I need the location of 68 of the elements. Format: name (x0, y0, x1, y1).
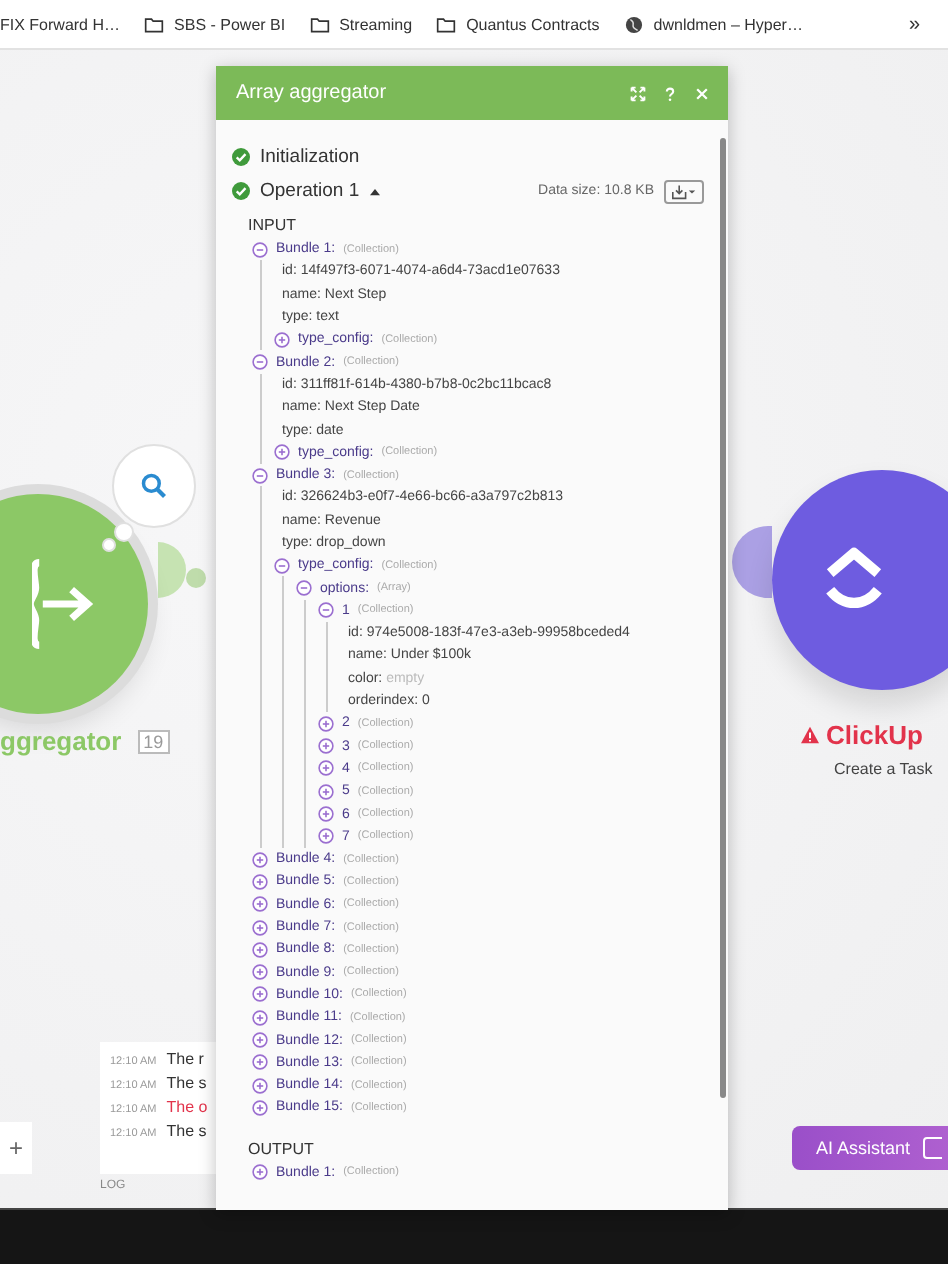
collapse-icon[interactable] (252, 467, 268, 484)
operation-count: 19 (137, 729, 170, 753)
expand-icon[interactable] (274, 331, 290, 348)
folder-icon (436, 15, 457, 33)
collapse-icon[interactable] (252, 354, 268, 371)
expand-icon[interactable] (252, 896, 268, 913)
folder-icon (309, 15, 330, 33)
step-label[interactable]: Initialization (260, 146, 360, 168)
search-icon (140, 472, 168, 500)
close-icon[interactable] (694, 85, 710, 101)
expand-icon[interactable] (252, 851, 268, 868)
bookmark[interactable]: Streaming (309, 15, 413, 33)
expand-icon[interactable] (318, 760, 334, 777)
module-name: ggregator (0, 726, 122, 756)
globe-icon (623, 15, 644, 33)
chevron-arc-icon (820, 546, 888, 614)
bookmark[interactable]: Quantus Contracts (436, 15, 600, 33)
expand-icon[interactable] (318, 828, 334, 845)
collapse-icon[interactable] (274, 557, 290, 574)
more-bookmarks-button[interactable]: » (908, 13, 920, 35)
expand-icon[interactable] (252, 919, 268, 936)
collapse-icon[interactable] (296, 580, 312, 597)
ai-assistant-button[interactable]: AI Assistant (792, 1126, 948, 1170)
expand-icon[interactable] (318, 715, 334, 732)
bookmark[interactable]: dwnldmen – Hyper… (623, 15, 803, 33)
step-label[interactable]: Operation 1 (260, 180, 360, 202)
log-message: The o (166, 1098, 208, 1116)
bookmark[interactable]: SBS - Power BI (144, 15, 286, 33)
log-message: The s (166, 1122, 207, 1140)
folder-icon (144, 15, 165, 33)
expand-icon[interactable] (252, 1077, 268, 1094)
panel-icon (922, 1136, 943, 1160)
expand-icon[interactable] (252, 1009, 268, 1026)
expand-icon[interactable] (252, 1054, 268, 1071)
expand-icon[interactable] (318, 738, 334, 755)
connector-handle[interactable] (158, 542, 186, 598)
expand-icon[interactable] (252, 1164, 268, 1181)
expand-icon[interactable] (274, 444, 290, 461)
connector-dot (186, 568, 206, 588)
bookmark[interactable]: FIX Forward H… (0, 15, 121, 33)
help-icon[interactable] (662, 85, 678, 101)
expand-icon[interactable] (252, 873, 268, 890)
expand-icon[interactable] (318, 806, 334, 823)
log-message: The s (166, 1074, 207, 1092)
scrollbar[interactable] (720, 138, 726, 1098)
expand-icon[interactable] (252, 986, 268, 1003)
expand-icon[interactable] (252, 941, 268, 958)
log-message: The r (166, 1050, 204, 1068)
warning-icon (800, 726, 820, 744)
expand-arrows-icon[interactable] (630, 85, 646, 101)
expand-icon[interactable] (252, 1032, 268, 1049)
module-title: ClickUp (800, 720, 923, 750)
add-button[interactable]: + (0, 1122, 32, 1174)
module-action: Create a Task (834, 760, 933, 778)
collapse-icon[interactable] (252, 241, 268, 258)
export-button[interactable] (664, 179, 704, 203)
search-bubble[interactable] (112, 444, 196, 528)
caret-icon[interactable] (369, 187, 380, 195)
connector-handle[interactable] (732, 526, 772, 598)
section-heading: OUTPUT (248, 1139, 316, 1158)
expand-icon[interactable] (252, 1099, 268, 1116)
expand-icon[interactable] (252, 964, 268, 981)
section-heading: INPUT (248, 216, 298, 234)
panel-title: Array aggregator (236, 82, 387, 104)
expand-icon[interactable] (318, 783, 334, 800)
download-icon (670, 183, 698, 199)
collapse-icon[interactable] (318, 602, 334, 619)
thought-dot (114, 522, 134, 542)
